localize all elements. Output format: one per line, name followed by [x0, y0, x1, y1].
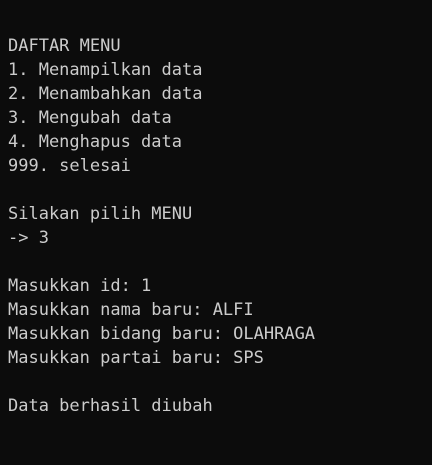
name-input-line: Masukkan nama baru: ALFI	[8, 300, 254, 320]
menu-item-1: 1. Menampilkan data	[8, 60, 203, 80]
result-message: Data berhasil diubah	[8, 396, 213, 416]
menu-item-4: 4. Menghapus data	[8, 132, 182, 152]
menu-choice-input: -> 3	[8, 228, 49, 248]
menu-prompt: Silakan pilih MENU	[8, 204, 193, 224]
console-window[interactable]: DAFTAR MENU 1. Menampilkan data 2. Menam…	[0, 0, 432, 465]
menu-item-999: 999. selesai	[8, 156, 131, 176]
id-input-line: Masukkan id: 1	[8, 276, 152, 296]
partai-input-line: Masukkan partai baru: SPS	[8, 348, 264, 368]
bidang-input-line: Masukkan bidang baru: OLAHRAGA	[8, 324, 316, 344]
menu-title: DAFTAR MENU	[8, 36, 121, 56]
menu-item-3: 3. Mengubah data	[8, 108, 172, 128]
menu-item-2: 2. Menambahkan data	[8, 84, 203, 104]
